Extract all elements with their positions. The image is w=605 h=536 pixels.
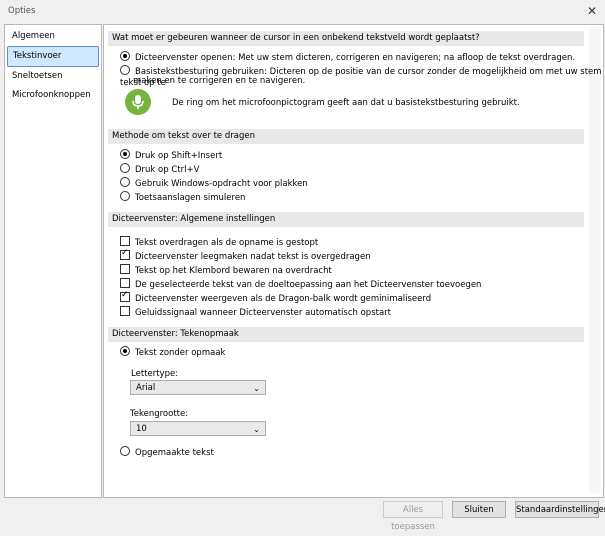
radio-plain-text[interactable]: Tekst zonder opmaak xyxy=(120,346,225,359)
radio-ctrl-v[interactable]: Druk op Ctrl+V xyxy=(120,163,199,176)
radio-button[interactable] xyxy=(120,51,130,61)
radio-button[interactable] xyxy=(120,65,130,75)
checkbox[interactable] xyxy=(120,290,130,302)
checkbox-label: Dicteervenster weergeven als de Dragon-b… xyxy=(135,294,432,304)
checkbox-label: De geselecteerde tekst van de doeltoepas… xyxy=(135,280,482,290)
sidebar-item-sneltoetsen[interactable]: Sneltoetsen xyxy=(7,67,99,86)
radio-label: Druk op Shift+Insert xyxy=(135,151,223,161)
sidebar: Algemeen Tekstinvoer Sneltoetsen Microfo… xyxy=(4,24,102,498)
checkbox[interactable] xyxy=(120,264,130,274)
checkbox-label: Tekst op het Klembord bewaren na overdra… xyxy=(135,266,332,276)
size-value: 10 xyxy=(136,424,147,434)
microphone-icon xyxy=(125,89,151,115)
checkbox-row[interactable]: Tekst overdragen als de opname is gestop… xyxy=(120,236,318,249)
section-header-general: Dicteervenster: Algemene instellingen xyxy=(108,212,584,227)
settings-panel: Wat moet er gebeuren wanneer de cursor i… xyxy=(103,24,604,498)
radio-label: Opgemaakte tekst xyxy=(135,448,214,458)
sidebar-item-algemeen[interactable]: Algemeen xyxy=(7,27,99,46)
defaults-button[interactable]: Standaardinstellingen xyxy=(515,501,605,518)
section-header-format: Dicteervenster: Tekenopmaak xyxy=(108,327,584,342)
checkbox-row[interactable]: Dicteervenster leegmaken nadat tekst is … xyxy=(120,248,371,263)
radio-label-continued: maken en te corrigeren en te navigeren. xyxy=(133,76,306,86)
size-dropdown[interactable]: 10 ⌄ xyxy=(130,421,266,436)
font-label: Lettertype: xyxy=(131,369,179,379)
radio-button[interactable] xyxy=(120,163,130,173)
radio-label: Gebruik Windows-opdracht voor plakken xyxy=(135,179,308,189)
radio-button[interactable] xyxy=(120,446,130,456)
radio-formatted-text[interactable]: Opgemaakte tekst xyxy=(120,446,214,459)
radio-label: Tekst zonder opmaak xyxy=(135,348,226,358)
checkbox-row[interactable]: Tekst op het Klembord bewaren na overdra… xyxy=(120,264,332,277)
font-value: Arial xyxy=(136,383,156,393)
apply-all-button[interactable]: Alles toepassen xyxy=(383,501,443,532)
size-label: Tekengrootte: xyxy=(130,409,189,419)
checkbox[interactable] xyxy=(120,278,130,288)
checkbox-label: Tekst overdragen als de opname is gestop… xyxy=(135,238,319,248)
radio-shift-insert[interactable]: Druk op Shift+Insert xyxy=(120,149,222,162)
window-title: Opties xyxy=(8,6,36,16)
radio-button[interactable] xyxy=(120,177,130,187)
checkbox-row[interactable]: Geluidssignaal wanneer Dicteervenster au… xyxy=(120,306,391,319)
checkbox-label: Geluidssignaal wanneer Dicteervenster au… xyxy=(135,308,391,318)
radio-button[interactable] xyxy=(120,346,130,356)
radio-button[interactable] xyxy=(120,149,130,159)
radio-windows-paste[interactable]: Gebruik Windows-opdracht voor plakken xyxy=(120,177,308,190)
scrollbar[interactable] xyxy=(589,27,601,493)
font-dropdown[interactable]: Arial ⌄ xyxy=(130,380,266,395)
checkbox[interactable] xyxy=(120,236,130,246)
checkbox[interactable] xyxy=(120,248,130,260)
checkbox-row[interactable]: Dicteervenster weergeven als de Dragon-b… xyxy=(120,290,432,305)
radio-dicteervenster-openen[interactable]: Dicteervenster openen: Met uw stem dicte… xyxy=(120,51,575,64)
microphone-note: De ring om het microfoonpictogram geeft … xyxy=(172,98,520,108)
chevron-down-icon: ⌄ xyxy=(253,425,260,434)
radio-label: Druk op Ctrl+V xyxy=(135,165,200,175)
radio-label: Toetsaanslagen simuleren xyxy=(135,193,246,203)
radio-simulate-keystrokes[interactable]: Toetsaanslagen simuleren xyxy=(120,191,245,204)
chevron-down-icon: ⌄ xyxy=(253,384,260,393)
section-header-cursor: Wat moet er gebeuren wanneer de cursor i… xyxy=(108,31,584,46)
title-bar: Opties ✕ xyxy=(0,0,605,22)
section-header-method: Methode om tekst over te dragen xyxy=(108,129,584,144)
checkbox[interactable] xyxy=(120,306,130,316)
radio-button[interactable] xyxy=(120,191,130,201)
sidebar-item-microfoonknoppen[interactable]: Microfoonknoppen xyxy=(7,86,99,105)
checkbox-row[interactable]: De geselecteerde tekst van de doeltoepas… xyxy=(120,278,481,291)
close-icon[interactable]: ✕ xyxy=(585,4,599,18)
close-button[interactable]: Sluiten xyxy=(452,501,506,518)
radio-label: Dicteervenster openen: Met uw stem dicte… xyxy=(135,53,576,63)
checkbox-label: Dicteervenster leegmaken nadat tekst is … xyxy=(135,252,371,262)
sidebar-item-tekstinvoer[interactable]: Tekstinvoer xyxy=(7,46,99,67)
